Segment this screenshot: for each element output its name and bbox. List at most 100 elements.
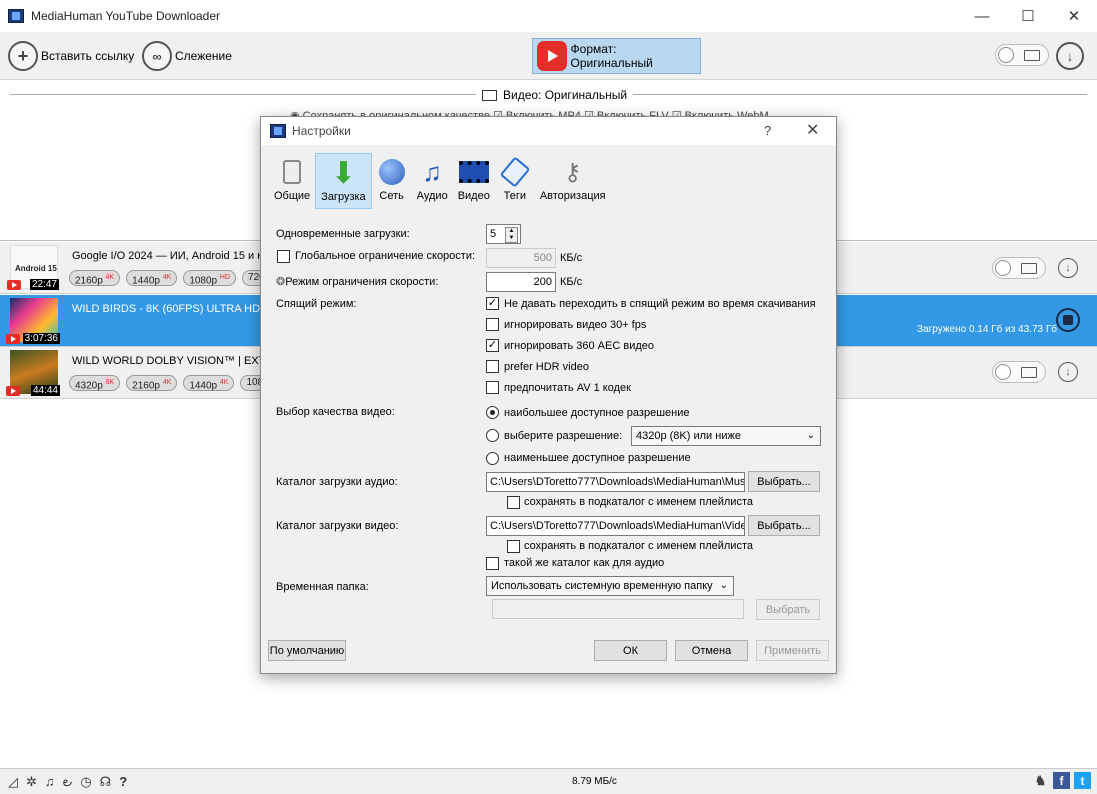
facebook-icon[interactable]: f (1053, 772, 1070, 789)
audio-dir-input[interactable]: C:\Users\DToretto777\Downloads\MediaHuma… (486, 472, 745, 492)
app-logo-icon (8, 9, 24, 23)
apply-button[interactable]: Применить (756, 640, 829, 661)
ignore-30fps-checkbox[interactable] (486, 318, 499, 331)
video-subdir-checkbox[interactable] (507, 540, 520, 553)
settings-dialog: Настройки ? ✕ Общие ⬇ Загрузка Сеть ♫ Ау… (260, 116, 837, 674)
video-dir-input[interactable]: C:\Users\DToretto777\Downloads\MediaHuma… (486, 516, 745, 536)
quality-chip[interactable]: 4320p 8K (69, 375, 121, 391)
prevent-sleep-checkbox[interactable]: ✓ (486, 297, 499, 310)
video-mode-toggle[interactable] (995, 44, 1049, 66)
ignore-360-checkbox[interactable]: ✓ (486, 339, 499, 352)
quality-lowest-radio[interactable] (486, 452, 499, 465)
quality-label: Выбор качества видео: (276, 406, 395, 418)
temp-folder-select[interactable]: Использовать системную временную папку ⌄ (486, 576, 734, 596)
tab-video[interactable]: Видео (453, 153, 495, 209)
prefer-hdr-checkbox[interactable] (486, 360, 499, 373)
globe-icon (377, 157, 407, 187)
spinner-arrows-icon[interactable]: ▲ ▼ (505, 227, 518, 243)
defaults-button[interactable]: По умолчанию (268, 640, 346, 661)
tracking-label: Слежение (175, 49, 232, 63)
window-titlebar: MediaHuman YouTube Downloader — ☐ ✕ (0, 0, 1097, 32)
tab-tags[interactable]: Теги (495, 153, 535, 209)
minimize-button[interactable]: — (959, 0, 1005, 32)
global-limit-input[interactable]: 500 (486, 248, 556, 268)
youtube-icon (7, 280, 21, 290)
quality-chip[interactable]: 2160p 4K (126, 375, 178, 391)
audio-subdir-checkbox[interactable] (507, 496, 520, 509)
video-title: WILD BIRDS - 8K (60FPS) ULTRA HD - W (72, 303, 281, 315)
quality-lowest-label: наименьшее доступное разрешение (504, 452, 691, 464)
plus-icon: + (8, 41, 38, 71)
video-mode-toggle[interactable] (992, 361, 1046, 383)
duration-label: 22:47 (29, 279, 59, 290)
eraser-icon[interactable]: ◿ (8, 774, 18, 793)
audio-dir-label: Каталог загрузки аудио: (276, 476, 398, 488)
audio-subdir-label: сохранять в подкаталог с именем плейлист… (524, 496, 753, 508)
download-arrow-icon: ⬇ (330, 156, 356, 190)
keys-icon: ⚷ (563, 158, 582, 186)
paste-link-button[interactable]: + Вставить ссылку (8, 40, 134, 72)
quality-highest-radio[interactable] (486, 406, 499, 419)
tracking-button[interactable]: ∞ Слежение (142, 40, 232, 72)
video-subdir-label: сохранять в подкаталог с именем плейлист… (524, 540, 753, 552)
dialog-close-button[interactable]: ✕ (806, 120, 819, 140)
binoculars-icon: ∞ (142, 41, 172, 71)
limit-mode-input[interactable]: 200 (486, 272, 556, 292)
ok-button[interactable]: ОК (594, 640, 667, 661)
quality-highest-label: наибольшее доступное разрешение (504, 407, 690, 419)
concurrent-spinner[interactable]: 5 ▲ ▼ (486, 224, 521, 244)
download-button[interactable]: ↓ (1058, 258, 1078, 278)
tab-general[interactable]: Общие (269, 153, 315, 209)
video-title: Google I/O 2024 — ИИ, Android 15 и но (72, 250, 270, 262)
quality-chip[interactable]: 1440p 4K (126, 270, 178, 286)
quality-chip[interactable]: 1440p 4K (183, 375, 235, 391)
twitter-icon[interactable]: t (1074, 772, 1091, 789)
download-all-button[interactable]: ↓ (1056, 42, 1084, 70)
music-note-icon[interactable]: ♫ (45, 774, 55, 793)
help-icon[interactable]: ? (119, 774, 127, 793)
video-browse-button[interactable]: Выбрать... (748, 515, 820, 536)
stop-icon[interactable] (1056, 308, 1080, 332)
help-button[interactable]: ? (764, 123, 771, 138)
format-button[interactable]: Формат: Оригинальный (532, 38, 701, 74)
temp-folder-input[interactable] (492, 599, 744, 619)
video-title: WILD WORLD DOLBY VISION™ | EXTRE (72, 355, 281, 367)
unit-label: КБ/с (560, 276, 583, 288)
feedback-icon[interactable]: ♞ (1032, 772, 1049, 789)
tab-network[interactable]: Сеть (372, 153, 412, 209)
ignore-30fps-label: игнорировать видео 30+ fps (504, 319, 647, 331)
ignore-360-label: игнорировать 360 AEC видео (504, 340, 654, 352)
same-as-audio-checkbox[interactable] (486, 557, 499, 570)
prefer-av1-checkbox[interactable] (486, 381, 499, 394)
quality-chip[interactable]: 2160p 4K (69, 270, 121, 286)
download-progress-text: Загружено 0.14 Гб из 43.73 Гб (917, 324, 1057, 335)
clock-icon[interactable]: ◷ (80, 774, 91, 793)
film-icon (1024, 50, 1040, 61)
concurrent-label: Одновременные загрузки: (276, 228, 410, 240)
quality-chip[interactable]: 1080p HD (183, 270, 237, 286)
close-button[interactable]: ✕ (1051, 0, 1097, 32)
format-panel-title: Видео: Оригинальный (476, 88, 634, 102)
snail-icon[interactable]: ౿ (63, 774, 73, 793)
cancel-button[interactable]: Отмена (675, 640, 748, 661)
music-note-icon: ♫ (422, 156, 442, 187)
paste-link-label: Вставить ссылку (41, 49, 135, 63)
resolution-select[interactable]: 4320p (8K) или ниже ⌄ (631, 426, 821, 446)
dialog-title: Настройки (292, 124, 351, 138)
gear-icon[interactable]: ✲ (26, 774, 37, 793)
sleep-label: Спящий режим: (276, 298, 357, 310)
binoculars-icon[interactable]: ☊ (100, 774, 112, 793)
quality-choose-radio[interactable] (486, 429, 499, 442)
audio-browse-button[interactable]: Выбрать... (748, 471, 820, 492)
tab-download[interactable]: ⬇ Загрузка (315, 153, 372, 209)
global-limit-checkbox[interactable] (277, 250, 290, 263)
main-toolbar: + Вставить ссылку ∞ Слежение Формат: Ори… (0, 32, 1097, 80)
tab-audio[interactable]: ♫ Аудио (412, 153, 453, 209)
tab-authorization[interactable]: ⚷ Авторизация (535, 153, 611, 209)
download-button[interactable]: ↓ (1058, 362, 1078, 382)
film-icon (1021, 263, 1037, 274)
video-mode-toggle[interactable] (992, 257, 1046, 279)
maximize-button[interactable]: ☐ (1005, 0, 1051, 32)
temp-browse-button[interactable]: Выбрать (756, 599, 820, 620)
youtube-icon (6, 334, 20, 344)
